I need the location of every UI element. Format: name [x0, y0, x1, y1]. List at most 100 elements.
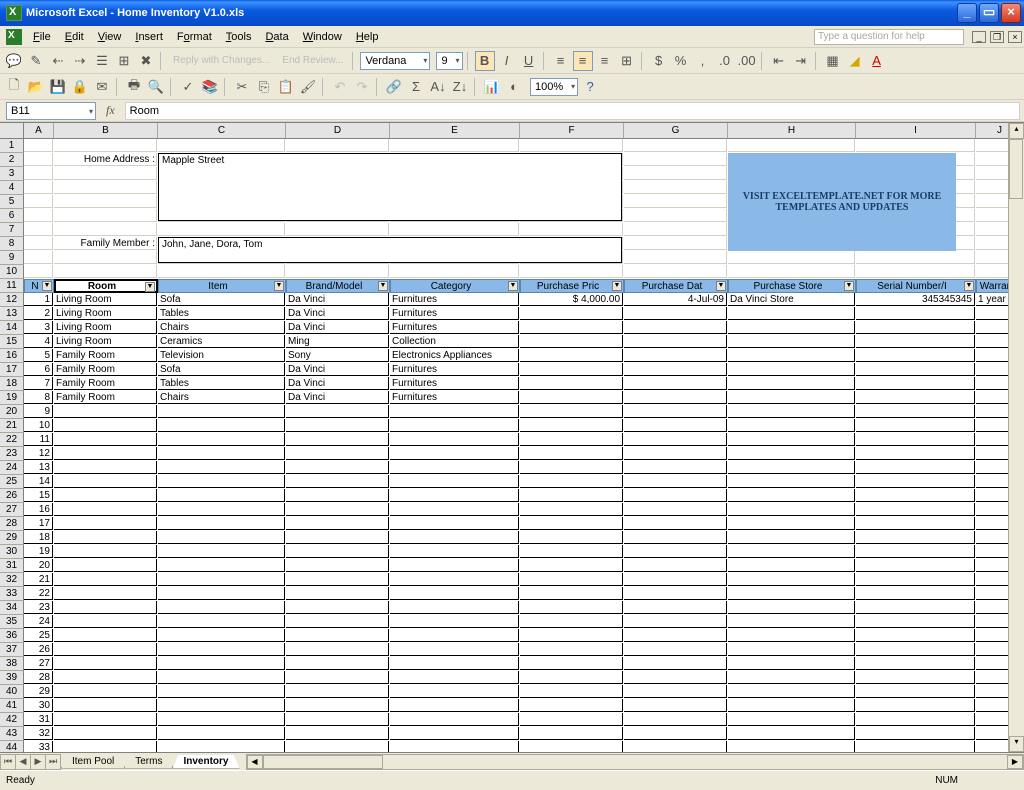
menu-edit[interactable]: Edit [58, 28, 91, 46]
fill-color-button[interactable]: ◢ [845, 51, 865, 71]
cell[interactable] [390, 419, 519, 432]
cell[interactable] [624, 475, 727, 488]
cell[interactable]: 26 [24, 643, 53, 656]
cell[interactable] [390, 139, 519, 152]
row-header-17[interactable]: 17 [0, 363, 24, 377]
table-cell[interactable] [520, 349, 623, 362]
cell[interactable] [390, 489, 519, 502]
row-header-37[interactable]: 37 [0, 643, 24, 657]
cell[interactable] [54, 209, 157, 222]
column-header-H[interactable]: H [728, 123, 856, 139]
cell[interactable] [728, 573, 855, 586]
table-cell[interactable]: Family Room [54, 349, 157, 362]
cell[interactable] [286, 685, 389, 698]
cell[interactable] [54, 405, 157, 418]
table-cell[interactable]: Furnitures [390, 307, 519, 320]
sheet-tab-terms[interactable]: Terms [124, 755, 173, 769]
row-header-5[interactable]: 5 [0, 195, 24, 209]
cell[interactable]: 10 [24, 419, 53, 432]
cell[interactable] [286, 615, 389, 628]
cell[interactable] [728, 545, 855, 558]
filter-dropdown-icon[interactable]: ▼ [716, 281, 726, 291]
column-header-C[interactable]: C [158, 123, 286, 139]
menu-file[interactable]: File [26, 28, 58, 46]
decrease-decimal-button[interactable]: .00 [737, 51, 757, 71]
cell[interactable] [390, 531, 519, 544]
cell[interactable] [728, 433, 855, 446]
cell[interactable] [24, 265, 53, 278]
cell[interactable] [520, 545, 623, 558]
promo-banner[interactable]: VISIT EXCELTEMPLATE.NET FOR MORE TEMPLAT… [728, 153, 956, 251]
cell[interactable] [520, 727, 623, 740]
cell[interactable]: Family Member : [54, 237, 157, 250]
underline-button[interactable]: U [519, 51, 539, 71]
table-cell[interactable]: Ceramics [158, 335, 285, 348]
cell[interactable] [390, 671, 519, 684]
cell[interactable] [286, 727, 389, 740]
cell[interactable] [856, 671, 975, 684]
cell[interactable] [624, 531, 727, 544]
cell[interactable] [624, 643, 727, 656]
cell[interactable] [856, 727, 975, 740]
bold-button[interactable]: B [475, 51, 495, 71]
table-cell[interactable] [520, 321, 623, 334]
row-header-12[interactable]: 12 [0, 293, 24, 307]
doc-close-button[interactable]: × [1008, 31, 1022, 43]
cell[interactable] [24, 139, 53, 152]
cell[interactable] [520, 503, 623, 516]
table-cell[interactable]: Furnitures [390, 293, 519, 306]
cell[interactable] [624, 139, 727, 152]
menu-insert[interactable]: Insert [128, 28, 170, 46]
cell[interactable] [624, 559, 727, 572]
table-cell[interactable]: 345345345 [856, 293, 975, 306]
merge-button[interactable]: ⊞ [617, 51, 637, 71]
cell[interactable] [54, 251, 157, 264]
cell[interactable] [856, 447, 975, 460]
row-header-13[interactable]: 13 [0, 307, 24, 321]
table-cell[interactable]: 4-Jul-09 [624, 293, 727, 306]
help-search-input[interactable]: Type a question for help [814, 29, 964, 45]
cell[interactable] [24, 181, 53, 194]
row-header-41[interactable]: 41 [0, 699, 24, 713]
font-color-button[interactable]: A [867, 51, 887, 71]
table-cell[interactable]: Furnitures [390, 391, 519, 404]
cell[interactable] [286, 531, 389, 544]
cell[interactable]: 32 [24, 727, 53, 740]
row-header-16[interactable]: 16 [0, 349, 24, 363]
table-cell[interactable]: Chairs [158, 391, 285, 404]
cell[interactable] [728, 699, 855, 712]
cell[interactable] [390, 587, 519, 600]
name-box[interactable]: B11 [6, 102, 96, 120]
cell[interactable] [54, 461, 157, 474]
table-cell[interactable]: 8 [24, 391, 53, 404]
cell[interactable] [728, 615, 855, 628]
cell[interactable]: 25 [24, 629, 53, 642]
cell[interactable] [624, 671, 727, 684]
print-icon[interactable]: 🖶 [124, 77, 144, 97]
hyperlink-icon[interactable]: 🔗 [384, 77, 404, 97]
cell[interactable] [158, 223, 285, 236]
table-cell[interactable] [856, 391, 975, 404]
hide-comment-icon[interactable]: ⊞ [114, 51, 134, 71]
table-header-serial-number-i[interactable]: Serial Number/I▼ [856, 279, 976, 293]
maximize-button[interactable]: ▭ [979, 3, 999, 23]
cell[interactable] [728, 629, 855, 642]
cell[interactable] [520, 573, 623, 586]
table-cell[interactable] [728, 377, 855, 390]
cell[interactable] [520, 489, 623, 502]
filter-dropdown-icon[interactable]: ▼ [274, 281, 284, 291]
table-cell[interactable] [856, 377, 975, 390]
table-cell[interactable]: 2 [24, 307, 53, 320]
table-cell[interactable] [624, 321, 727, 334]
table-cell[interactable] [856, 307, 975, 320]
cell[interactable] [624, 545, 727, 558]
cell[interactable] [286, 587, 389, 600]
cell[interactable] [520, 629, 623, 642]
cell[interactable] [728, 405, 855, 418]
table-cell[interactable]: 1 [24, 293, 53, 306]
cell[interactable] [624, 727, 727, 740]
cell[interactable]: 17 [24, 517, 53, 530]
table-header-category[interactable]: Category▼ [390, 279, 520, 293]
column-header-I[interactable]: I [856, 123, 976, 139]
cell[interactable] [286, 461, 389, 474]
